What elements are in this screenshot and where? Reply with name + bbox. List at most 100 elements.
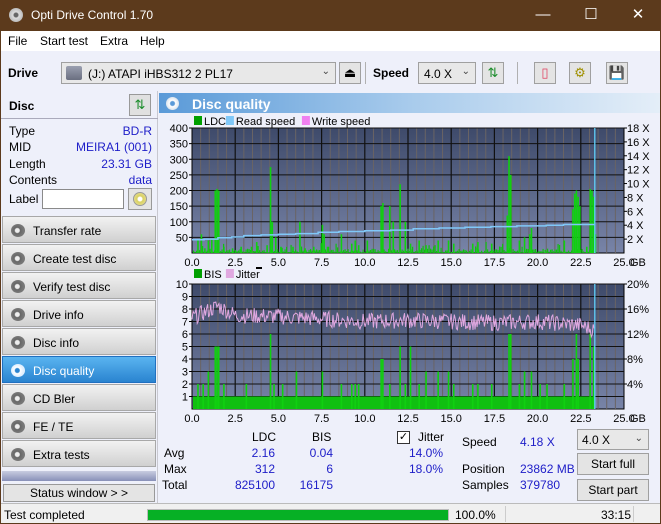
ldc-bar <box>247 248 249 253</box>
bis-spike <box>563 384 566 409</box>
ldc-bar <box>397 250 399 253</box>
ldc-spike <box>255 242 258 253</box>
maximize-button[interactable]: ☐ <box>571 4 611 26</box>
y-tick-label: 350 <box>170 139 188 151</box>
x-tick-label: 0.0 <box>184 413 199 424</box>
bis-spike <box>490 384 493 409</box>
bis-spike <box>223 384 225 409</box>
ldc-bar <box>551 249 553 253</box>
eject-button[interactable]: ⏏ <box>339 62 361 84</box>
refresh-button[interactable]: ⇅ <box>482 62 504 84</box>
ldc-bar <box>206 250 208 253</box>
menu-extra[interactable]: Extra <box>100 34 128 48</box>
stats-max-jitter: 18.0% <box>408 462 443 476</box>
menu-file[interactable]: File <box>8 34 27 48</box>
ldc-bar <box>568 250 570 253</box>
ldc-bar <box>347 249 349 253</box>
info-value: MEIRA1 (001) <box>75 140 152 154</box>
ldc-spike <box>350 243 353 253</box>
stats-total-bis: 16175 <box>299 478 333 492</box>
test-speed-select[interactable]: 4.0 X ⌄ <box>577 429 649 450</box>
ldc-bar <box>527 249 529 253</box>
minimize-button[interactable]: — <box>523 4 563 26</box>
info-key: MID <box>9 140 31 154</box>
nav-verify-test-disc[interactable]: Verify test disc <box>2 272 156 299</box>
x-tick-label: 20.0 <box>527 413 548 424</box>
nav-cd-bler[interactable]: CD Bler <box>2 384 156 411</box>
nav-disc-info[interactable]: Disc info <box>2 328 156 355</box>
ldc-bar <box>329 250 331 253</box>
menu-help[interactable]: Help <box>140 34 165 48</box>
legend-swatch <box>194 269 202 278</box>
ldc-bar <box>245 249 247 253</box>
ldc-bar <box>571 250 573 253</box>
bis-spike <box>202 384 204 409</box>
label-input[interactable] <box>42 189 124 209</box>
drive-select[interactable]: (J:) ATAPI iHBS312 2 PL17 ⌄ <box>61 62 336 84</box>
ldc-spike <box>231 248 234 253</box>
toolbar-separator <box>517 62 518 84</box>
start-full-button[interactable]: Start full <box>577 453 649 475</box>
x-tick-label: 0.0 <box>184 257 199 266</box>
legend-label: Jitter <box>236 269 260 281</box>
ldc-spike <box>508 156 510 253</box>
ldc-spike <box>292 246 294 253</box>
ldc-bar <box>553 251 555 253</box>
stats-avg-ldc: 2.16 <box>251 446 275 460</box>
ldc-spike <box>523 237 526 253</box>
y2-tick-label: 8 X <box>627 192 644 204</box>
bis-spike <box>577 359 579 409</box>
ldc-bar <box>278 251 280 253</box>
settings-button[interactable]: ⚙ <box>569 62 591 84</box>
ldc-bar <box>433 246 435 253</box>
nav-transfer-rate[interactable]: Transfer rate <box>2 216 156 243</box>
disc-panel-header: Disc ⇅ <box>1 91 158 119</box>
speed-select[interactable]: 4.0 X ⌄ <box>418 62 476 84</box>
speed-readout-value: 4.18 X <box>520 435 555 449</box>
nav-create-test-disc[interactable]: Create test disc <box>2 244 156 271</box>
ldc-spike <box>326 246 329 253</box>
menu-start-test[interactable]: Start test <box>40 34 88 48</box>
y2-tick-label: 4% <box>627 379 643 391</box>
y2-tick-label: 2 X <box>627 234 644 246</box>
status-window-button[interactable]: Status window > > <box>3 484 155 502</box>
x-tick-label: 17.5 <box>484 257 505 266</box>
bis-spike <box>471 384 474 409</box>
bis-spike <box>245 384 248 409</box>
ldc-bar <box>319 249 321 253</box>
ldc-bar <box>569 251 571 253</box>
save-button[interactable]: 💾 <box>606 62 628 84</box>
label-apply-button[interactable] <box>128 188 152 210</box>
erase-button[interactable]: ▯ <box>534 62 556 84</box>
ldc-bar <box>541 251 543 253</box>
nav-extra-tests[interactable]: Extra tests <box>2 440 156 467</box>
ldc-bar <box>235 249 237 253</box>
disc-info-mid: MID MEIRA1 (001) <box>9 140 152 156</box>
ldc-bar <box>220 251 222 253</box>
speed-label: Speed <box>373 66 410 80</box>
ldc-spike <box>366 240 369 253</box>
disc-refresh-button[interactable]: ⇅ <box>129 94 151 116</box>
ldc-spike <box>211 238 213 253</box>
jitter-checkbox[interactable]: ✓ <box>397 431 410 444</box>
transfer-rate-icon <box>11 224 25 237</box>
disc-info-contents: Contents data <box>9 173 152 189</box>
y-tick-label: 1 <box>182 392 188 404</box>
ldc-bar <box>427 248 429 253</box>
ldc-bar <box>290 244 292 253</box>
ldc-bar <box>229 249 231 253</box>
nav-disc-quality[interactable]: Disc quality <box>2 356 156 383</box>
nav-drive-info[interactable]: Drive info <box>2 300 156 327</box>
ldc-spike <box>452 243 455 253</box>
ldc-spike <box>447 240 450 253</box>
app-window: Opti Drive Control 1.70 — ☐ ✕ File Start… <box>1 0 660 523</box>
ldc-bar <box>461 250 463 253</box>
x-tick-label: 12.5 <box>397 413 418 424</box>
ldc-spike <box>216 188 218 253</box>
close-button[interactable]: ✕ <box>618 4 658 26</box>
ldc-bar <box>254 250 256 253</box>
y2-tick-label: 20% <box>627 279 649 291</box>
start-part-button[interactable]: Start part <box>577 479 649 501</box>
nav-fe-te[interactable]: FE / TE <box>2 412 156 439</box>
ldc-bar <box>562 251 564 253</box>
